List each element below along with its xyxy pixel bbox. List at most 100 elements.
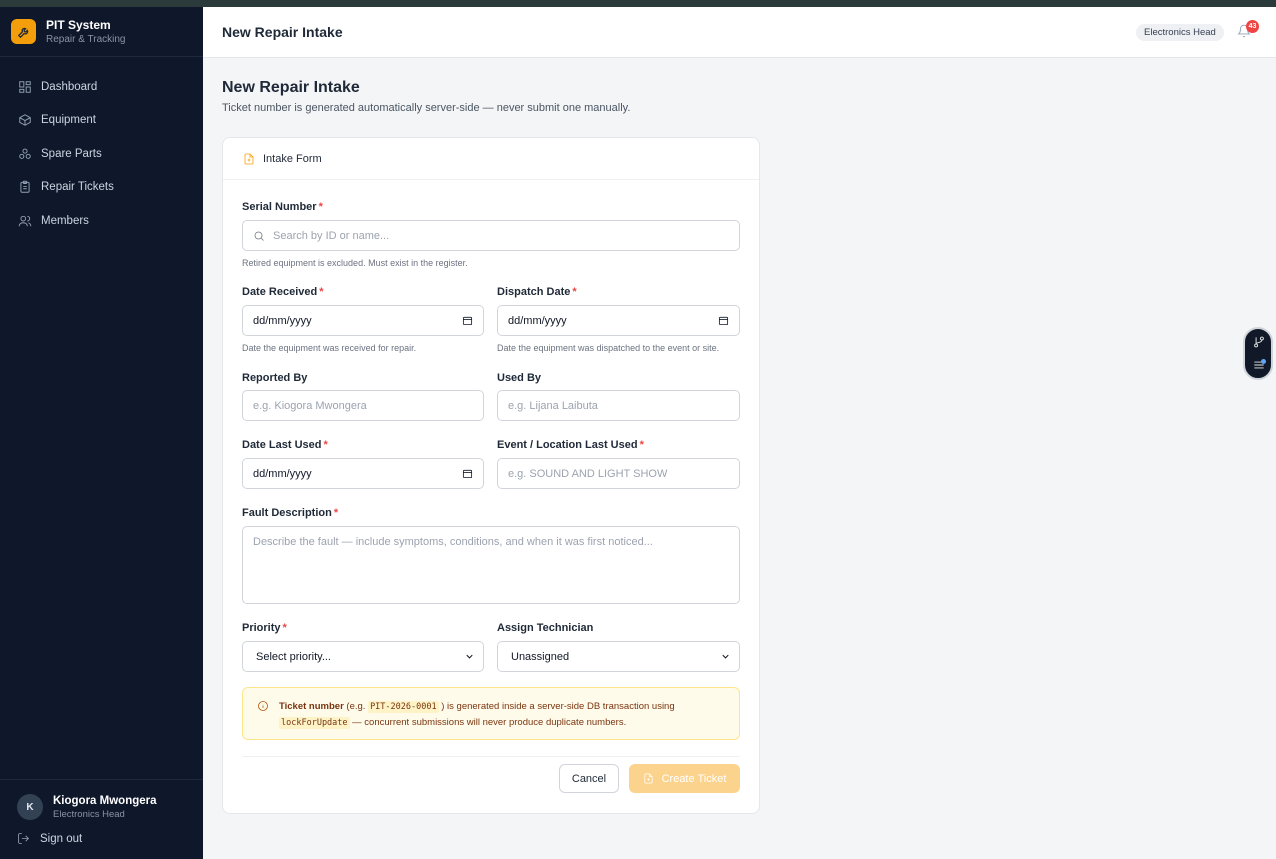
chevron-down-icon (466, 654, 473, 659)
wrench-icon (11, 19, 36, 44)
sidebar-item-repair-tickets[interactable]: Repair Tickets (0, 171, 203, 205)
user-block: K Kiogora Mwongera Electronics Head Sign… (0, 779, 203, 859)
sidebar-nav: Dashboard Equipment Spare Parts Repair T… (0, 57, 203, 238)
fault-placeholder: Describe the fault — include symptoms, c… (253, 536, 653, 548)
top-strip (0, 0, 1276, 7)
event-location-label: Event / Location Last Used * (497, 439, 644, 451)
page-title: New Repair Intake (222, 79, 360, 96)
chevron-down-icon (722, 654, 729, 659)
app-name: PIT System (46, 18, 111, 32)
technician-value: Unassigned (511, 650, 570, 663)
clipboard-icon (20, 180, 30, 193)
sidebar-item-label: Equipment (41, 114, 96, 127)
date-received-hint: Date the equipment was received for repa… (242, 343, 417, 353)
notification-count-badge: 43 (1246, 20, 1259, 33)
fault-description-textarea[interactable]: Describe the fault — include symptoms, c… (242, 526, 740, 604)
serial-number-search-input[interactable]: Search by ID or name... (242, 220, 740, 251)
top-header: New Repair Intake Electronics Head 43 (203, 7, 1276, 58)
label-text: Priority (242, 622, 281, 634)
label-text: Serial Number (242, 201, 317, 213)
sign-out-button[interactable]: Sign out (0, 820, 203, 845)
sidebar-item-label: Repair Tickets (41, 181, 114, 194)
user-role: Electronics Head (53, 808, 125, 820)
required-mark: * (323, 439, 328, 451)
role-badge: Electronics Head (1136, 24, 1224, 41)
app-tagline: Repair & Tracking (46, 34, 126, 45)
date-received-value: dd/mm/yyyy (253, 314, 312, 327)
label-text: Fault Description (242, 507, 332, 519)
label-text: Dispatch Date (497, 286, 571, 298)
notifications-button[interactable]: 43 (1237, 20, 1259, 40)
create-ticket-button[interactable]: Create Ticket (629, 764, 740, 793)
users-icon (18, 215, 32, 227)
required-mark: * (319, 286, 324, 298)
required-mark: * (318, 201, 323, 213)
sidebar-item-label: Members (41, 214, 89, 227)
lock-code: lockForUpdate (279, 717, 350, 729)
dispatch-date-value: dd/mm/yyyy (508, 314, 567, 327)
info-icon (257, 699, 269, 711)
avatar[interactable]: K (17, 794, 43, 820)
priority-label: Priority * (242, 622, 287, 634)
notice-bold: Ticket number (279, 701, 344, 712)
date-last-used-input[interactable]: dd/mm/yyyy (242, 458, 484, 489)
divider (242, 756, 740, 757)
floating-tool-widget (1243, 327, 1273, 380)
create-ticket-label: Create Ticket (661, 772, 727, 785)
page-subtitle: Ticket number is generated automatically… (222, 102, 631, 114)
dispatch-date-label: Dispatch Date * (497, 286, 577, 298)
calendar-icon[interactable] (462, 315, 473, 326)
label-text: Event / Location Last Used (497, 439, 638, 451)
reported-by-input[interactable]: e.g. Kiogora Mwongera (242, 390, 484, 421)
status-dot (1261, 359, 1266, 364)
label-text: Date Received (242, 286, 318, 298)
serial-number-label: Serial Number * (242, 201, 323, 213)
assign-technician-select[interactable]: Unassigned (497, 641, 740, 672)
dispatch-date-input[interactable]: dd/mm/yyyy (497, 305, 740, 336)
cancel-button[interactable]: Cancel (559, 764, 619, 793)
dispatch-date-hint: Date the equipment was dispatched to the… (497, 343, 720, 353)
date-last-used-value: dd/mm/yyyy (253, 467, 312, 480)
required-mark: * (639, 439, 644, 451)
sidebar-item-label: Dashboard (41, 80, 98, 93)
brand[interactable]: PIT System Repair & Tracking (0, 7, 203, 57)
used-by-input[interactable]: e.g. Lijana Laibuta (497, 390, 740, 421)
required-mark: * (572, 286, 577, 298)
assign-technician-label: Assign Technician (497, 622, 594, 634)
ticket-number-notice: Ticket number (e.g. PIT-2026-0001 ) is g… (242, 687, 740, 740)
notice-part1: (e.g. (343, 701, 369, 712)
reported-by-label: Reported By (242, 372, 308, 384)
sidebar-item-members[interactable]: Members (0, 204, 203, 238)
date-last-used-label: Date Last Used * (242, 439, 328, 451)
priority-select[interactable]: Select priority... (242, 641, 484, 672)
sidebar: PIT System Repair & Tracking Dashboard E… (0, 7, 203, 859)
card-header: Intake Form (223, 138, 759, 180)
reported-by-placeholder: e.g. Kiogora Mwongera (253, 399, 367, 412)
user-name: Kiogora Mwongera (53, 794, 157, 807)
required-mark: * (282, 622, 287, 634)
calendar-icon[interactable] (718, 315, 729, 326)
file-plus-icon (644, 773, 653, 784)
event-location-placeholder: e.g. SOUND AND LIGHT SHOW (508, 467, 668, 480)
parts-icon (19, 148, 31, 159)
serial-placeholder: Search by ID or name... (273, 229, 390, 242)
notice-part2: ) is generated inside a server-side DB t… (438, 701, 675, 712)
sidebar-item-dashboard[interactable]: Dashboard (0, 70, 203, 104)
sidebar-item-label: Spare Parts (41, 147, 102, 160)
sidebar-item-spare-parts[interactable]: Spare Parts (0, 137, 203, 171)
branch-icon[interactable] (1252, 335, 1266, 349)
notice-part3: — concurrent submissions will never prod… (349, 717, 627, 728)
required-mark: * (333, 507, 339, 519)
calendar-icon[interactable] (462, 468, 473, 479)
sidebar-item-equipment[interactable]: Equipment (0, 104, 203, 138)
intake-form-card: Intake Form Serial Number * Search by ID … (222, 137, 760, 814)
used-by-label: Used By (497, 372, 542, 384)
priority-value: Select priority... (256, 650, 331, 663)
grid-icon (19, 81, 31, 93)
label-text: Date Last Used (242, 439, 322, 451)
event-location-input[interactable]: e.g. SOUND AND LIGHT SHOW (497, 458, 740, 489)
file-plus-icon (244, 153, 254, 164)
date-received-input[interactable]: dd/mm/yyyy (242, 305, 484, 336)
sign-out-label: Sign out (40, 832, 83, 845)
search-icon (254, 231, 264, 241)
